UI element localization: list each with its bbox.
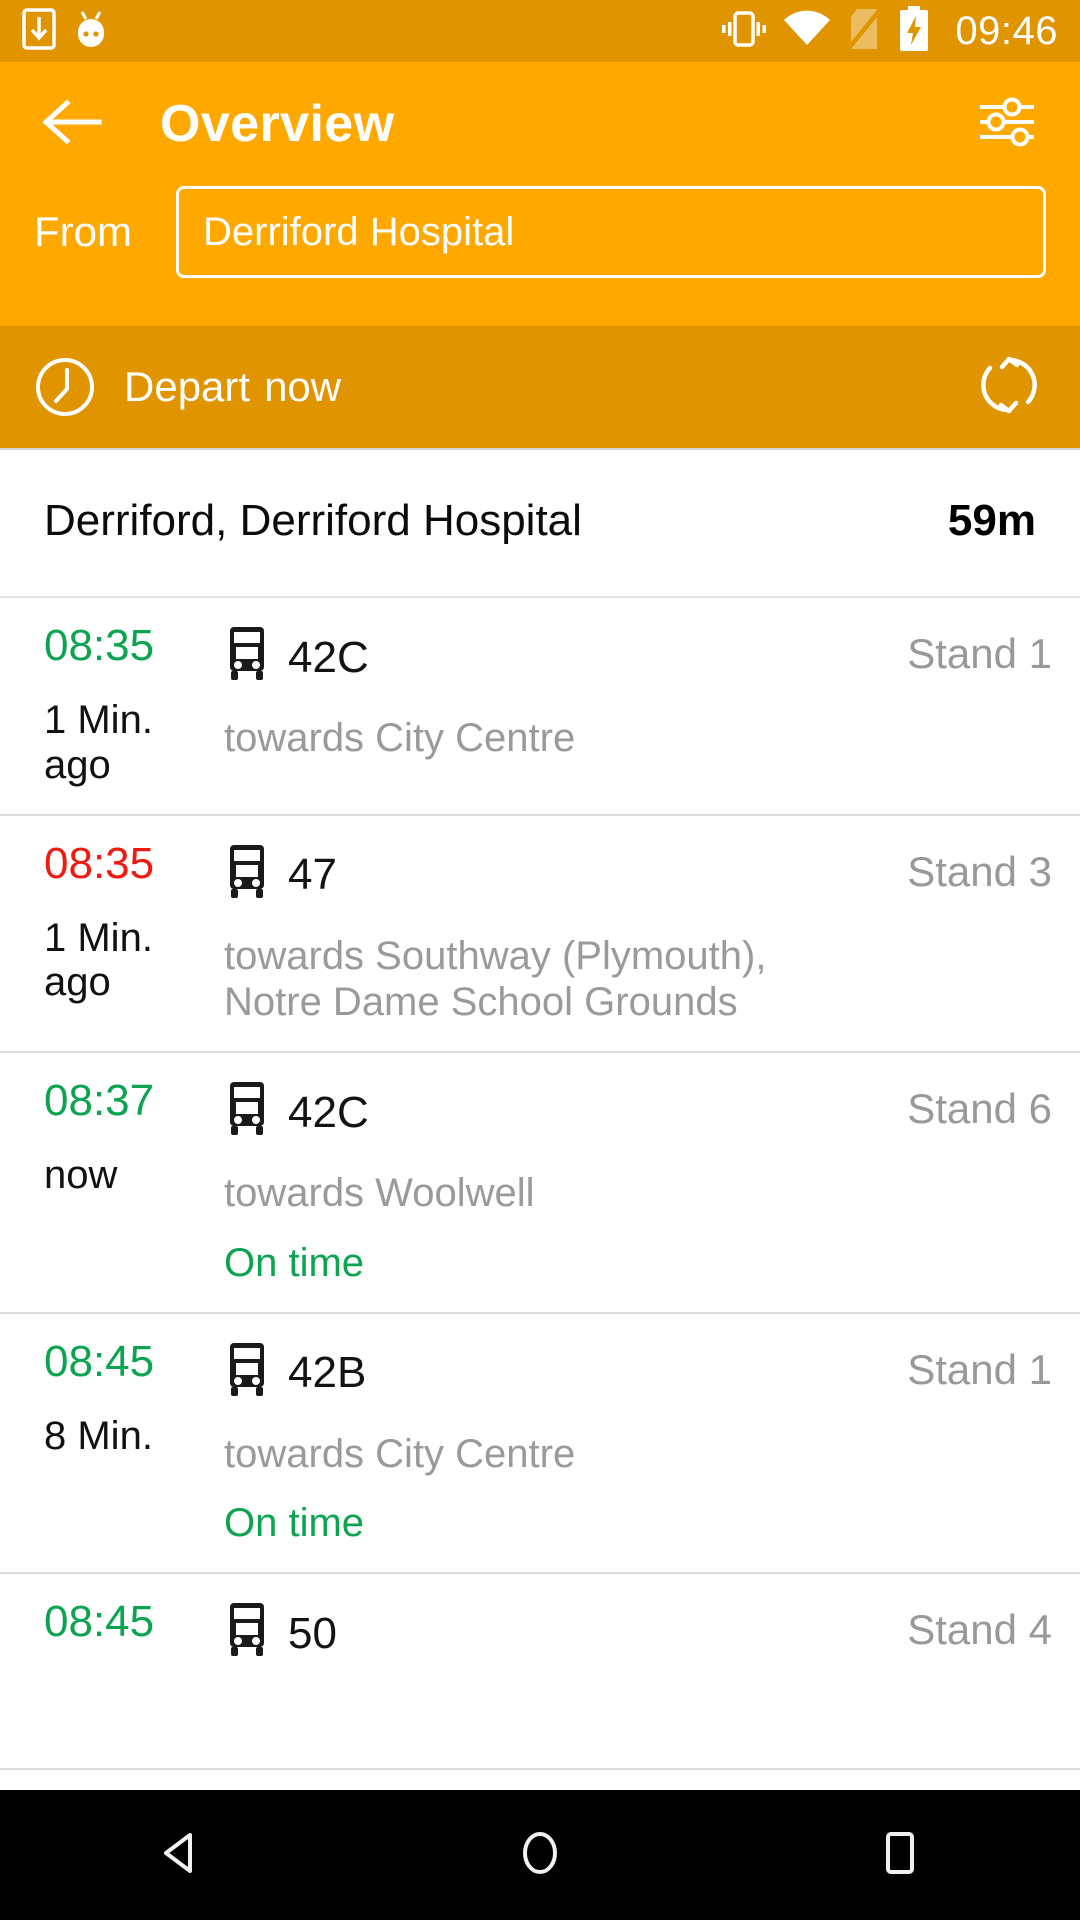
status-bar-left-icons xyxy=(22,7,110,55)
vibrate-icon xyxy=(719,8,769,55)
battery-charging-icon xyxy=(897,5,931,57)
android-navigation-bar xyxy=(0,1790,1080,1920)
departure-route-line: 50 xyxy=(224,1602,822,1665)
departure-destination: towards Southway (Plymouth), Notre Dame … xyxy=(224,933,767,1024)
double-decker-bus-icon xyxy=(224,844,270,907)
departure-status: On time xyxy=(224,1501,365,1546)
departure-stand-block: Stand 3 xyxy=(822,842,1052,1026)
departure-destination: towards Woolwell xyxy=(224,1171,535,1216)
departure-row[interactable]: 08:35 1 Min. ago 42C towards City Centre Sta… xyxy=(0,598,1080,816)
page-title: Overview xyxy=(160,95,395,153)
departure-time: 08:35 xyxy=(44,838,155,888)
depart-when: now xyxy=(264,363,342,410)
departure-route-number: 50 xyxy=(288,1608,337,1658)
depart-word: Depart xyxy=(124,363,251,410)
departure-stand: Stand 6 xyxy=(907,1085,1052,1133)
double-decker-bus-icon xyxy=(224,626,270,689)
wifi-icon xyxy=(783,9,831,54)
nav-recents-button[interactable] xyxy=(825,1790,975,1920)
stop-header[interactable]: Derriford, Derriford Hospital 59m xyxy=(0,450,1080,598)
departure-details: 50 xyxy=(224,1600,822,1742)
depart-bar[interactable]: Depart now xyxy=(0,326,1080,450)
double-decker-bus-icon xyxy=(224,1081,270,1144)
departure-countdown: now xyxy=(44,1153,118,1198)
departure-details: 42B towards City Centre On time xyxy=(224,1340,822,1546)
double-decker-bus-icon xyxy=(224,1602,270,1665)
no-sim-icon xyxy=(845,7,883,56)
departure-row[interactable]: 08:45 8 Min. 42B towards City Centre On time… xyxy=(0,1314,1080,1575)
back-button[interactable] xyxy=(34,86,110,162)
refresh-icon xyxy=(976,352,1042,423)
departure-time: 08:45 xyxy=(44,1597,155,1647)
departure-route-line: 42C xyxy=(224,1081,822,1144)
departure-stand-block: Stand 4 xyxy=(822,1600,1052,1742)
departure-route-number: 47 xyxy=(288,850,337,900)
from-input[interactable] xyxy=(176,186,1046,278)
departure-time-block: 08:35 1 Min. ago xyxy=(44,838,224,1026)
departure-stand: Stand 3 xyxy=(907,847,1052,895)
nav-recents-icon xyxy=(876,1827,924,1884)
departure-time-block: 08:45 xyxy=(44,1600,224,1742)
status-bar: 09:46 xyxy=(0,0,1080,62)
departure-rows: 08:35 1 Min. ago 42C towards City Centre Sta… xyxy=(0,598,1080,1771)
double-decker-bus-icon xyxy=(224,1342,270,1405)
departure-route-line: 42B xyxy=(224,1342,822,1405)
clock-icon xyxy=(34,356,96,418)
departure-time: 08:35 xyxy=(44,621,155,670)
departure-route-number: 42C xyxy=(288,1087,369,1137)
departure-countdown: 8 Min. xyxy=(44,1413,153,1458)
from-label: From xyxy=(34,208,132,255)
departure-countdown: 1 Min. ago xyxy=(44,915,153,1005)
departure-stand-block: Stand 1 xyxy=(822,1340,1052,1546)
departure-details: 42C towards City Centre xyxy=(224,624,822,788)
departure-stand: Stand 4 xyxy=(907,1606,1052,1654)
departure-row[interactable]: 08:35 1 Min. ago 47 towards Southway (Plymo… xyxy=(0,816,1080,1054)
departure-row[interactable]: 08:37 now 42C towards Woolwell On time Stand … xyxy=(0,1053,1080,1314)
stop-distance: 59m xyxy=(947,496,1036,545)
download-icon xyxy=(22,7,56,55)
nav-back-button[interactable] xyxy=(105,1790,255,1920)
nav-home-icon xyxy=(514,1825,566,1886)
departure-destination: towards City Centre xyxy=(224,716,576,760)
departure-stand: Stand 1 xyxy=(907,630,1052,677)
refresh-button[interactable] xyxy=(972,350,1046,424)
from-row: From xyxy=(0,186,1080,322)
departures-list[interactable]: Derriford, Derriford Hospital 59m 08:35 1… xyxy=(0,450,1080,1920)
stop-name: Derriford, Derriford Hospital xyxy=(44,496,582,545)
departure-route-number: 42C xyxy=(288,632,369,682)
departure-time: 08:45 xyxy=(44,1336,155,1386)
app-bar: Overview From Derriford Hospital xyxy=(0,62,1080,326)
android-icon xyxy=(72,8,110,55)
departure-route-line: 42C xyxy=(224,626,822,689)
departure-details: 47 towards Southway (Plymouth), Notre Dam… xyxy=(224,842,822,1026)
app-bar-actions xyxy=(968,85,1046,163)
nav-home-button[interactable] xyxy=(465,1790,615,1920)
departure-time-block: 08:35 1 Min. ago xyxy=(44,624,224,788)
app-bar-top-row: Overview xyxy=(0,62,1080,186)
departure-route-line: 47 xyxy=(224,844,822,907)
back-arrow-icon xyxy=(41,98,103,151)
nav-back-icon xyxy=(154,1827,206,1884)
depart-time-label: Depart now xyxy=(124,363,341,411)
status-bar-right-icons: 09:46 xyxy=(719,5,1058,57)
departure-time-block: 08:45 8 Min. xyxy=(44,1336,224,1546)
departure-stand-block: Stand 6 xyxy=(822,1079,1052,1285)
departure-time-block: 08:37 now xyxy=(44,1079,224,1285)
departure-destination: towards City Centre xyxy=(224,1431,576,1476)
departure-row[interactable]: 08:45 50 Stand 4 xyxy=(0,1574,1080,1771)
departure-status: On time xyxy=(224,1240,365,1285)
status-bar-clock: 09:46 xyxy=(955,8,1058,53)
settings-sliders-icon xyxy=(976,96,1038,153)
filter-settings-button[interactable] xyxy=(968,85,1046,163)
departure-time: 08:37 xyxy=(44,1076,155,1126)
departure-stand-block: Stand 1 xyxy=(822,624,1052,788)
departure-stand: Stand 1 xyxy=(907,1345,1052,1393)
departure-countdown: 1 Min. ago xyxy=(44,698,153,787)
departure-route-number: 42B xyxy=(288,1348,367,1398)
app-root: 09:46 Overview From Derriford Hospital D… xyxy=(0,0,1080,1920)
departure-details: 42C towards Woolwell On time xyxy=(224,1079,822,1285)
